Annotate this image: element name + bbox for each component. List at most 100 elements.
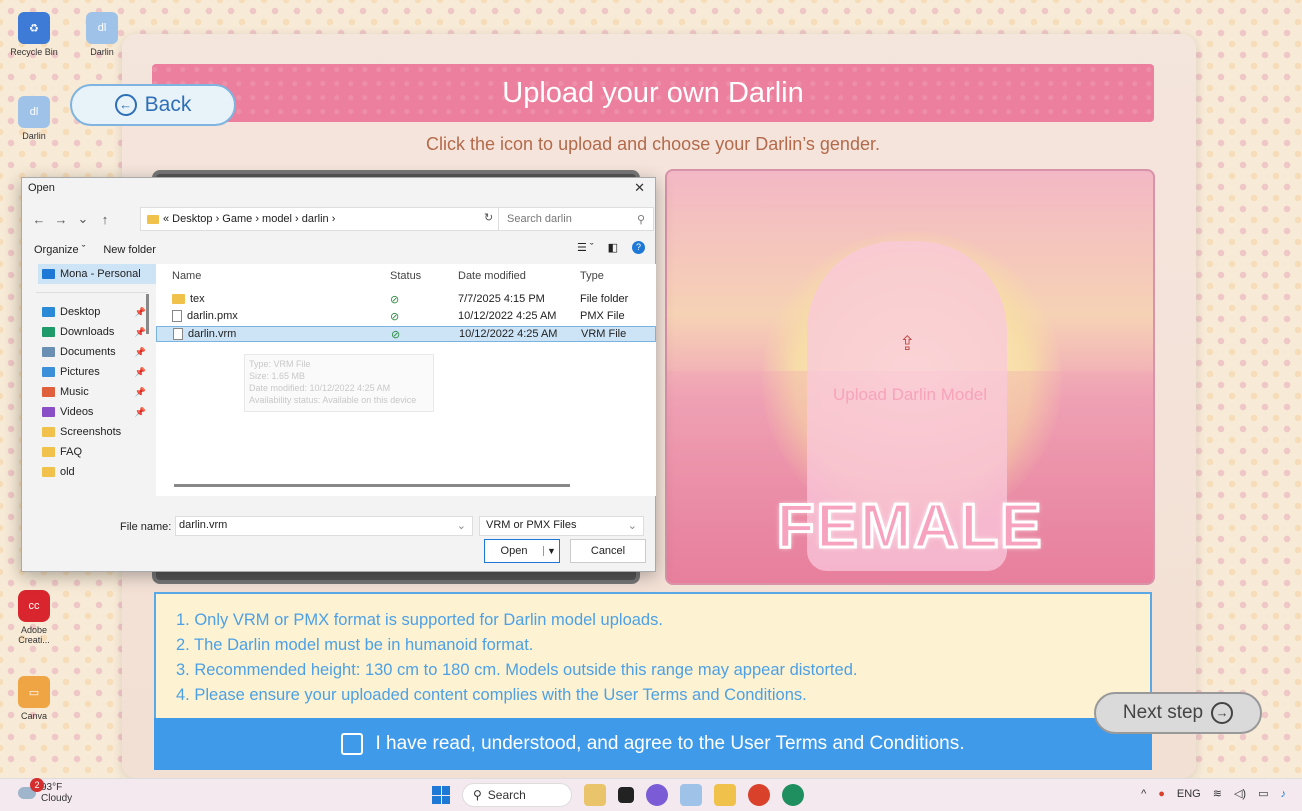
task-view-icon[interactable] (618, 787, 634, 803)
synced-check-icon: ⊘ (391, 329, 401, 341)
cancel-button[interactable]: Cancel (570, 539, 646, 563)
wifi-icon[interactable]: ≋ (1213, 787, 1222, 800)
open-button[interactable]: Open ▼ (484, 539, 560, 563)
view-options-icon[interactable]: ☰ ˇ (577, 241, 594, 254)
nav-item-screenshots[interactable]: Screenshots (42, 426, 152, 438)
nav-item-label: Screenshots (60, 426, 122, 438)
windows-start-icon[interactable] (432, 786, 450, 804)
address-bar[interactable]: « Desktop › Game › model › darlin › ⌄ (140, 207, 514, 231)
widgets-app-icon[interactable] (584, 784, 606, 806)
chevron-down-icon[interactable]: ⌄ (457, 519, 466, 532)
file-list: Name Status Date modified Type tex ⊘ 7/7… (156, 264, 656, 496)
upload-icon[interactable]: ⇪ (899, 331, 916, 356)
filename-value: darlin.vrm (179, 519, 228, 531)
nav-item-onedrive[interactable]: Mona - Personal (42, 268, 152, 280)
nav-item-faq[interactable]: FAQ (42, 446, 152, 458)
darlin-taskbar-icon[interactable] (680, 784, 702, 806)
desktop-icon-darlin[interactable]: dl Darlin (76, 12, 128, 57)
close-icon[interactable]: ✕ (634, 180, 645, 196)
file-explorer-icon[interactable] (714, 784, 736, 806)
new-folder-button[interactable]: New folder (103, 244, 156, 256)
nav-item-old[interactable]: old (42, 466, 152, 478)
nav-item-documents[interactable]: Documents 📌 (42, 346, 152, 358)
desktop-icon-label: Darlin (22, 131, 46, 141)
column-header-date[interactable]: Date modified (458, 270, 526, 282)
file-row-selected[interactable]: darlin.vrm ⊘ 10/12/2022 4:25 AM VRM File (156, 326, 656, 342)
horizontal-scrollbar[interactable] (174, 484, 570, 487)
female-model-card[interactable]: ⇪ Upload Darlin Model FEMALE (665, 169, 1155, 585)
nav-item-label: Videos (60, 406, 94, 418)
file-row[interactable]: tex ⊘ 7/7/2025 4:15 PM File folder (156, 292, 656, 308)
file-date: 10/12/2022 4:25 AM (458, 310, 557, 322)
next-step-button[interactable]: Next step → (1094, 692, 1262, 734)
language-indicator[interactable]: ENG (1177, 788, 1201, 800)
file-date: 7/7/2025 4:15 PM (458, 293, 545, 305)
filename-input[interactable]: darlin.vrm ⌄ (175, 516, 473, 536)
nav-item-pictures[interactable]: Pictures 📌 (42, 366, 152, 378)
search-icon: ⚲ (636, 213, 645, 226)
nav-item-downloads[interactable]: Downloads 📌 (42, 326, 152, 338)
chevron-down-icon: ⌄ (627, 520, 637, 532)
desktop-icon-darlin-shortcut[interactable]: dl Darlin (8, 96, 60, 141)
desktop-icon-canva[interactable]: ▭ Canva (8, 676, 60, 721)
back-nav-icon[interactable]: ← (28, 212, 50, 227)
file-type: VRM File (581, 328, 627, 340)
chevron-up-icon[interactable]: ^ (1141, 788, 1146, 800)
upload-requirements: 1. Only VRM or PMX format is supported f… (154, 592, 1152, 718)
terms-checkbox[interactable] (341, 733, 364, 755)
search-icon: ⚲ (473, 788, 482, 802)
filetype-select[interactable]: VRM or PMX Files ⌄ (479, 516, 644, 536)
folder-icon (147, 214, 159, 224)
chrome-icon[interactable] (748, 784, 770, 806)
refresh-icon[interactable]: ↻ (484, 211, 493, 224)
upload-model-label[interactable]: Upload Darlin Model (667, 385, 1153, 405)
weather-widget[interactable]: 2 93°F Cloudy (18, 778, 72, 804)
up-folder-icon[interactable]: ↑ (94, 212, 116, 227)
desktop-icon-label: Recycle Bin (10, 47, 58, 57)
battery-icon[interactable]: ▭ (1258, 787, 1268, 800)
nav-item-label: old (60, 466, 75, 478)
desktop-icon-adobe[interactable]: cc Adobe Creati... (8, 590, 60, 645)
search-input[interactable]: Search darlin ⚲ (498, 207, 654, 231)
organize-menu[interactable]: Organize ˇ (34, 244, 85, 256)
column-header-name[interactable]: Name (172, 270, 201, 282)
copilot-icon[interactable] (646, 784, 668, 806)
edge-icon[interactable] (782, 784, 804, 806)
nav-divider (36, 292, 148, 293)
caret-down-icon[interactable]: ▼ (543, 546, 559, 556)
nav-item-videos[interactable]: Videos 📌 (42, 406, 152, 418)
navigation-pane: Mona - Personal Desktop 📌 Downloads 📌 Do… (22, 264, 154, 494)
tooltip-line: Size: 1.65 MB (249, 371, 306, 381)
darlin-app-icon: dl (18, 96, 50, 128)
column-header-type[interactable]: Type (580, 270, 604, 282)
requirement-item: 3. Recommended height: 130 cm to 180 cm.… (176, 661, 858, 679)
file-row[interactable]: darlin.pmx ⊘ 10/12/2022 4:25 AM PMX File (156, 309, 656, 325)
file-type: File folder (580, 293, 629, 305)
file-type: PMX File (580, 310, 625, 322)
desktop-icon-recycle-bin[interactable]: ♻ Recycle Bin (8, 12, 60, 57)
column-header-status[interactable]: Status (390, 270, 421, 282)
desktop-icon-label: Adobe Creati... (18, 625, 50, 645)
weather-temp: 93°F (41, 782, 63, 793)
taskbar-search-label: Search (487, 788, 526, 802)
nav-item-label: Downloads (60, 326, 115, 338)
notification-bell-icon[interactable]: ♪ (1281, 788, 1287, 800)
nav-scrollbar[interactable] (146, 294, 149, 334)
nav-item-music[interactable]: Music 📌 (42, 386, 152, 398)
nav-item-desktop[interactable]: Desktop 📌 (42, 306, 152, 318)
requirement-item: 2. The Darlin model must be in humanoid … (176, 636, 534, 654)
nav-item-label: Documents (60, 346, 116, 358)
help-icon[interactable]: ? (632, 241, 645, 254)
volume-icon[interactable]: ◁) (1234, 787, 1246, 800)
chevron-down-icon[interactable]: ⌄ (72, 211, 94, 227)
desktop-icon-label: Canva (20, 711, 47, 721)
forward-nav-icon[interactable]: → (50, 212, 72, 227)
terms-agreement[interactable]: I have read, understood, and agree to th… (154, 718, 1152, 770)
taskbar-search[interactable]: ⚲ Search (462, 783, 572, 807)
open-file-dialog: Open ✕ ← → ⌄ ↑ « Desktop › Game › model … (21, 177, 656, 572)
darlin-app-icon: dl (86, 12, 118, 44)
back-button[interactable]: ← Back (70, 84, 236, 126)
preview-pane-icon[interactable]: ◧ (608, 241, 618, 254)
documents-folder-icon (42, 347, 55, 357)
tray-app-icon[interactable]: ● (1158, 788, 1165, 800)
